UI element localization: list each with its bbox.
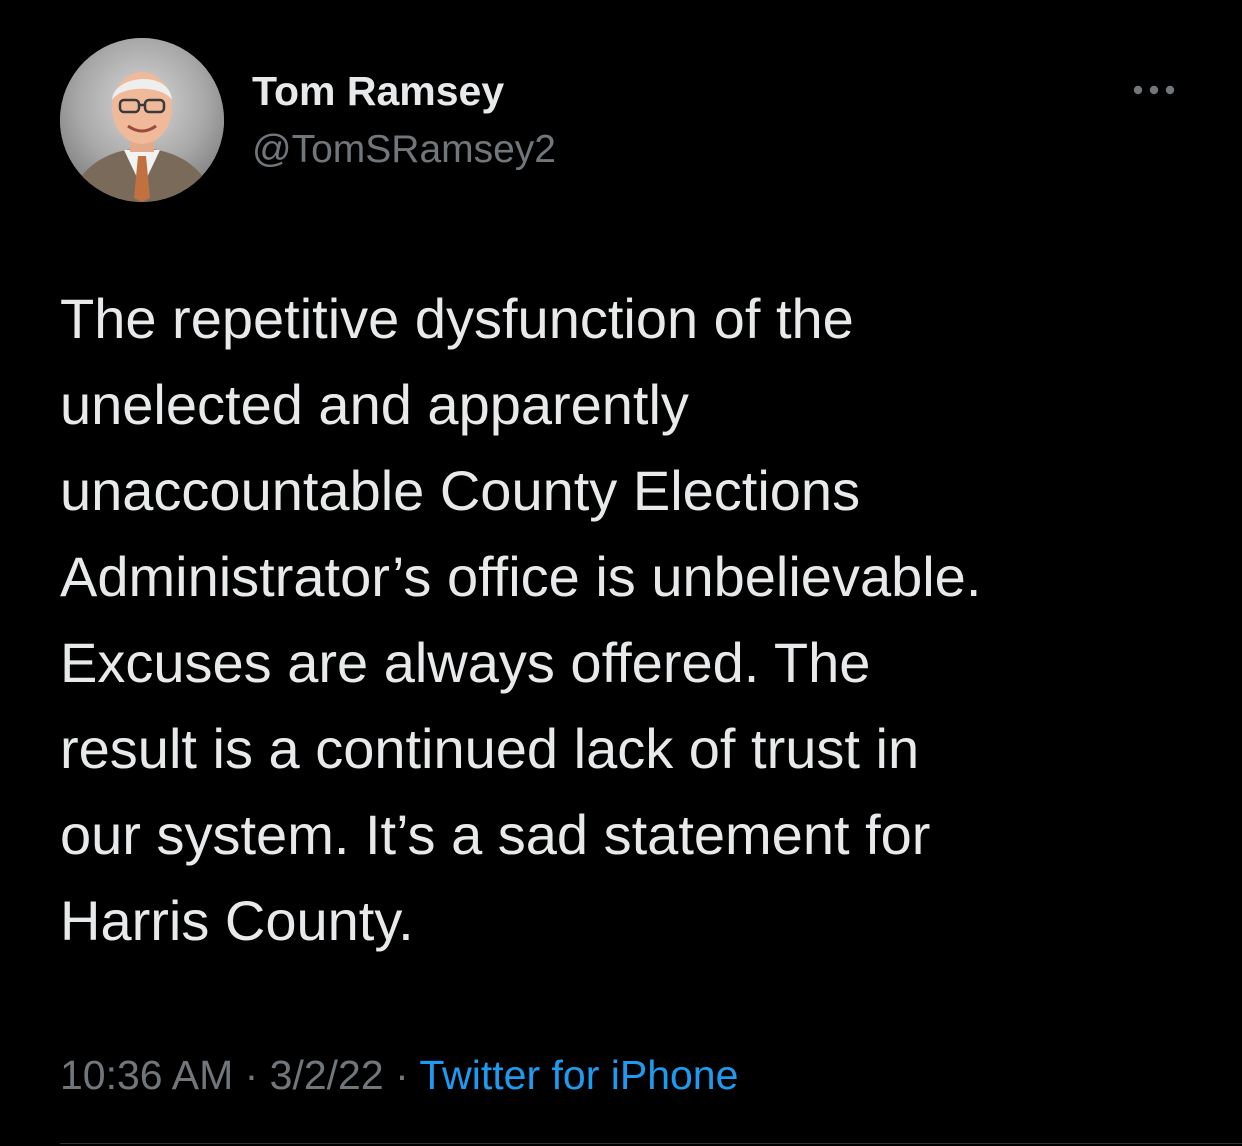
more-options-button[interactable]: [1124, 70, 1184, 110]
user-handle[interactable]: @TomSRamsey2: [252, 126, 556, 174]
tweet-metadata: 10:36 AM · 3/2/22 · Twitter for iPhone: [60, 1050, 738, 1100]
tweet-text-line: Harris County.: [60, 889, 414, 952]
tweet-time[interactable]: 10:36 AM: [60, 1052, 233, 1098]
profile-photo-icon: [60, 38, 224, 202]
display-name[interactable]: Tom Ramsey: [252, 66, 504, 116]
tweet-text-line: our system. It’s a sad statement for: [60, 803, 931, 866]
tweet-detail: Tom Ramsey @TomSRamsey2 The repetitive d…: [0, 0, 1242, 1146]
tweet-text: The repetitive dysfunction of the unelec…: [60, 276, 1200, 964]
tweet-text-line: result is a continued lack of trust in: [60, 717, 920, 780]
more-horizontal-icon: [1133, 85, 1175, 95]
tweet-text-line: The repetitive dysfunction of the: [60, 287, 854, 350]
tweet-text-line: Excuses are always offered. The: [60, 631, 871, 694]
tweet-text-line: Administrator’s office is unbelievable.: [60, 545, 982, 608]
avatar[interactable]: [60, 38, 224, 202]
meta-separator: ·: [383, 1052, 420, 1098]
tweet-text-line: unaccountable County Elections: [60, 459, 861, 522]
tweet-text-line: unelected and apparently: [60, 373, 689, 436]
meta-separator: ·: [233, 1052, 270, 1098]
tweet-date[interactable]: 3/2/22: [270, 1052, 384, 1098]
tweet-source-link[interactable]: Twitter for iPhone: [419, 1052, 738, 1098]
divider: [60, 1143, 1242, 1144]
